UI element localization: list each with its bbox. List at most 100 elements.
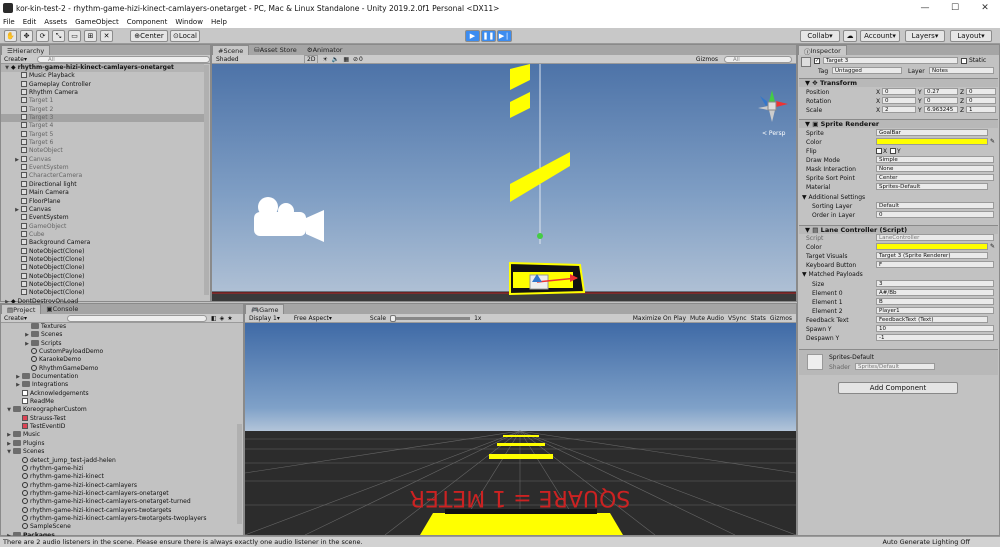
size-field[interactable]: 3 xyxy=(876,280,994,287)
rotate-tool-icon[interactable]: ⟳ xyxy=(36,30,49,42)
additional-settings-label[interactable]: ▼ Additional Settings xyxy=(802,194,865,201)
project-item[interactable]: RhythmGameDemo xyxy=(1,364,237,373)
scale-x-field[interactable]: 2 xyxy=(882,106,916,113)
hierarchy-item[interactable]: Target 1 xyxy=(1,97,204,105)
project-item[interactable]: detect_jump_test-jadd-helen xyxy=(1,456,237,465)
project-scrollbar[interactable] xyxy=(237,424,242,524)
scale-slider[interactable] xyxy=(390,314,471,322)
step-button[interactable]: ▶❘ xyxy=(497,30,512,42)
hand-tool-icon[interactable]: ✋ xyxy=(4,30,17,42)
vsync-toggle[interactable]: VSync xyxy=(728,315,747,322)
layout-dropdown[interactable]: Layout ▾ xyxy=(950,30,992,42)
feedback-text-field[interactable]: FeedbackText (Text) xyxy=(876,316,988,323)
project-item[interactable]: SampleScene xyxy=(1,523,237,531)
position-x-field[interactable]: 0 xyxy=(882,88,916,95)
project-item[interactable]: TestEventID xyxy=(1,423,237,431)
hierarchy-item[interactable]: Target 3 xyxy=(1,114,204,123)
custom-tool-icon[interactable]: ✕ xyxy=(100,30,113,42)
hierarchy-search-input[interactable]: All xyxy=(36,55,210,63)
spawn-y-field[interactable]: 10 xyxy=(876,325,994,332)
aspect-dropdown[interactable]: Free Aspect xyxy=(294,315,329,322)
maximize-on-play-toggle[interactable]: Maximize On Play xyxy=(633,315,686,322)
project-item[interactable]: Textures xyxy=(1,323,237,331)
scene-root-row[interactable]: ▼ ◆ rhythm-game-hizi-kinect-camlayers-one… xyxy=(1,64,204,73)
tab-game[interactable]: 🎮 Game xyxy=(245,304,285,314)
menu-assets[interactable]: Assets xyxy=(44,18,67,26)
expand-arrow-icon[interactable]: ▼ xyxy=(5,448,13,456)
project-item[interactable]: ▼ Scenes xyxy=(1,448,237,456)
draw-mode-dropdown[interactable]: Simple xyxy=(876,156,994,163)
static-checkbox[interactable] xyxy=(961,58,967,64)
account-dropdown[interactable]: Account ▾ xyxy=(860,30,900,42)
expand-arrow-icon[interactable]: ▼ xyxy=(3,64,11,72)
tab-console[interactable]: ▣ Console xyxy=(41,304,83,314)
hierarchy-item[interactable]: Target 4 xyxy=(1,122,204,130)
hierarchy-item[interactable]: NoteObject(Clone) xyxy=(1,264,204,272)
lighting-toggle-icon[interactable]: ☀ xyxy=(322,56,327,63)
scene-search-input[interactable]: All xyxy=(724,55,792,63)
project-item[interactable]: ▶ Scenes xyxy=(1,331,237,339)
project-item[interactable]: ▶ Scripts xyxy=(1,339,237,348)
hierarchy-item[interactable]: NoteObject(Clone) xyxy=(1,272,204,281)
rotation-z-field[interactable]: 0 xyxy=(966,97,996,104)
hierarchy-item[interactable]: CharacterCamera xyxy=(1,172,204,180)
matched-payloads-label[interactable]: ▼ Matched Payloads xyxy=(802,271,863,278)
hierarchy-item[interactable]: GameObject xyxy=(1,222,204,231)
expand-arrow-icon[interactable]: ▶ xyxy=(5,440,13,448)
hierarchy-item[interactable]: NoteObject(Clone) xyxy=(1,289,204,297)
mute-audio-toggle[interactable]: Mute Audio xyxy=(690,315,724,322)
pivot-local-button[interactable]: ⊙ Local xyxy=(170,30,200,42)
sprite-renderer-header[interactable]: ▼ ▣ Sprite Renderer xyxy=(799,119,998,128)
hierarchy-item[interactable]: ▶ Canvas xyxy=(1,155,204,164)
hierarchy-item[interactable]: NoteObject(Clone) xyxy=(1,255,204,264)
hierarchy-item[interactable]: Target 6 xyxy=(1,139,204,147)
2d-toggle[interactable]: 2D xyxy=(304,54,319,64)
tab-inspector[interactable]: ⓘ Inspector xyxy=(798,45,847,56)
eyedropper-icon[interactable]: ✎ xyxy=(990,138,995,145)
pause-button[interactable]: ❚❚ xyxy=(481,30,496,42)
rotation-y-field[interactable]: 0 xyxy=(924,97,958,104)
hierarchy-item[interactable]: Music Playback xyxy=(1,72,204,80)
persp-label[interactable]: < Persp xyxy=(762,130,785,137)
menu-component[interactable]: Component xyxy=(127,18,168,26)
element2-field[interactable]: Player1 xyxy=(876,307,994,314)
play-button[interactable]: ▶ xyxy=(465,30,480,42)
sprite-color-field[interactable] xyxy=(876,138,988,145)
position-y-field[interactable]: 0.27 xyxy=(924,88,958,95)
shading-dropdown[interactable]: Shaded xyxy=(216,56,276,63)
hierarchy-item[interactable]: EventSystem xyxy=(1,214,204,222)
object-name-field[interactable]: Target 3 xyxy=(823,57,958,64)
minimize-button[interactable]: — xyxy=(910,0,940,16)
scale-slider-handle[interactable] xyxy=(390,314,397,322)
active-checkbox[interactable]: ✓ xyxy=(814,58,820,64)
expand-arrow-icon[interactable]: ▶ xyxy=(5,431,13,439)
pivot-center-button[interactable]: ⊕ Center xyxy=(130,30,168,42)
order-in-layer-field[interactable]: 0 xyxy=(876,211,994,218)
sorting-layer-dropdown[interactable]: Default xyxy=(876,202,994,209)
hierarchy-item[interactable]: Gameplay Controller xyxy=(1,80,204,89)
game-gizmos-dropdown[interactable]: Gizmos xyxy=(770,315,792,322)
project-item[interactable]: rhythm-game-hizi-kinect-camlayers-onetar… xyxy=(1,498,237,506)
collab-button[interactable]: Collab ▾ xyxy=(800,30,840,42)
flip-x-checkbox[interactable] xyxy=(876,148,882,154)
tab-animator[interactable]: ⚙ Animator xyxy=(302,45,348,55)
sprite-field[interactable]: GoalBar xyxy=(876,129,988,136)
hierarchy-item[interactable]: Target 2 xyxy=(1,105,204,114)
material-field[interactable]: Sprites-Default xyxy=(876,183,988,190)
target-visuals-field[interactable]: Target 3 (Sprite Renderer) xyxy=(876,252,988,259)
hierarchy-create-button[interactable]: Create xyxy=(4,56,24,63)
project-item[interactable]: ReadMe xyxy=(1,398,237,406)
tab-asset-store[interactable]: ⛁ Asset Store xyxy=(249,45,301,55)
transform-header[interactable]: ▼ ✥ Transform xyxy=(799,78,998,87)
project-item[interactable]: ▶ Plugins xyxy=(1,439,237,448)
add-component-button[interactable]: Add Component xyxy=(838,382,958,394)
favorite-icon[interactable]: ★ xyxy=(227,315,232,322)
position-z-field[interactable]: 0 xyxy=(966,88,996,95)
collapse-arrow-icon[interactable]: ▶ xyxy=(13,206,21,214)
project-item[interactable]: rhythm-game-hizi-kinect-camlayers-onetar… xyxy=(1,489,237,498)
collapse-arrow-icon[interactable]: ▶ xyxy=(13,156,21,164)
tag-dropdown[interactable]: Untagged xyxy=(832,67,902,74)
hierarchy-item[interactable]: Background Camera xyxy=(1,239,204,247)
hierarchy-item[interactable]: Rhythm Camera xyxy=(1,89,204,97)
hierarchy-item[interactable]: NoteObject xyxy=(1,147,204,155)
